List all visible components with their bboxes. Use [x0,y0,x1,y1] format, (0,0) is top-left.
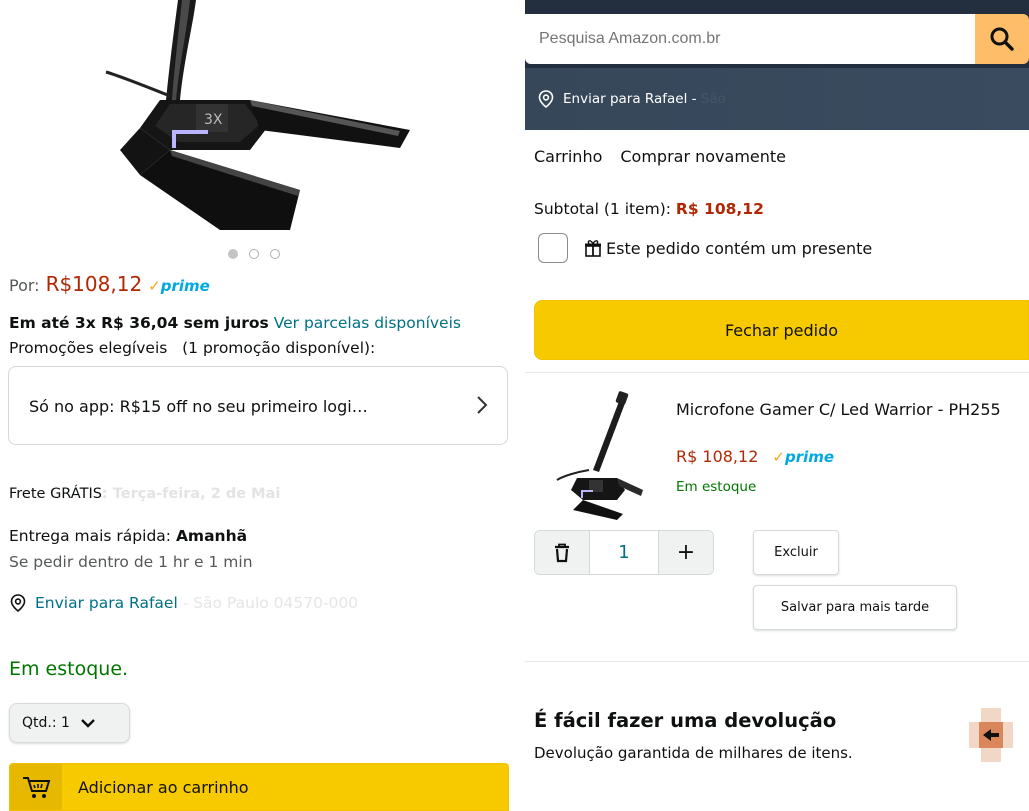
installments-link[interactable]: Ver parcelas disponíveis [274,314,461,332]
price-prefix: Por: [9,276,40,295]
subtotal-label: Subtotal (1 item): [534,200,676,218]
cart-panel: Enviar para Rafael - São Carrinho Compra… [525,0,1029,811]
gift-checkbox[interactable] [538,233,568,263]
shopping-cart-icon [10,764,62,810]
gift-text: Este pedido contém um presente [606,238,873,258]
product-image[interactable]: 3X [100,0,420,232]
search-input[interactable] [525,14,975,64]
subtotal-line: Subtotal (1 item): R$ 108,12 [534,200,764,218]
return-subtitle: Devolução garantida de milhares de itens… [534,744,853,762]
secondary-nav: Carrinho Comprar novamente [525,130,1029,182]
promo-card-text: Só no app: R$15 off no seu primeiro logi… [29,397,368,416]
chevron-right-icon [477,396,488,414]
shipping-date: : Terça-feira, 2 de Mai [101,486,281,502]
fast-delivery-day: Amanhã [175,527,248,545]
product-detail-panel: 3X Por: R$108,12 ✓prime Em até 3x R$ 36,… [0,0,517,811]
prime-check-icon: ✓ [772,448,785,466]
add-to-cart-label: Adicionar ao carrinho [78,777,249,797]
installments-line: Em até 3x R$ 36,04 sem juros Ver parcela… [9,314,461,332]
promo-card[interactable]: Só no app: R$15 off no seu primeiro logi… [8,366,508,445]
location-pin-icon [538,90,554,108]
gift-option: Este pedido contém um presente [538,233,872,263]
cart-item-stock: Em estoque [676,479,757,495]
cart-item-price: R$ 108,12 [676,447,759,466]
prime-badge: ✓prime [148,277,210,295]
price-line: Por: R$108,12 ✓prime [9,272,210,296]
free-shipping-label: Frete GRÁTIS [9,486,102,502]
cart-item-image[interactable] [553,390,643,520]
prime-label: prime [784,448,835,466]
deliver-to-link[interactable]: Enviar para Rafael - São Paulo 04570-000 [9,594,358,612]
promotions-label: Promoções elegíveis (1 promoção disponív… [9,339,376,357]
order-window-text: Se pedir dentro de 1 hr e 1 min [9,553,253,571]
delete-button[interactable]: Excluir [753,530,839,575]
deliver-to-bar[interactable]: Enviar para Rafael - São [525,68,1029,130]
deliver-to-faded: São [696,91,726,107]
location-pin-icon [10,594,26,612]
stock-status: Em estoque. [9,658,129,680]
carousel-dot[interactable] [270,249,280,259]
return-title: É fácil fazer uma devolução [534,709,837,732]
chevron-down-icon [81,719,95,728]
nav-cart[interactable]: Carrinho [534,147,602,166]
deliver-to-text: Enviar para Rafael - [563,91,697,107]
deliver-to-address: - São Paulo 04570-000 [182,594,359,612]
fast-delivery-line: Entrega mais rápida: Amanhã [9,527,247,545]
deliver-to-name: Enviar para Rafael [35,594,178,612]
trash-button[interactable] [535,531,589,574]
carousel-dot[interactable] [249,249,259,259]
quantity-value[interactable]: 1 [589,531,659,574]
add-to-cart-button[interactable]: Adicionar ao carrinho [9,763,509,811]
shipping-line: Frete GRÁTIS: Terça-feira, 2 de Mai [9,486,280,502]
cart-item-title[interactable]: Microfone Gamer C/ Led Warrior - PH255 [676,398,1016,421]
panel-divider [517,0,525,811]
plus-button[interactable]: + [659,531,713,574]
search-icon [990,27,1014,51]
subtotal-amount: R$ 108,12 [675,200,764,218]
image-carousel-dots [228,249,280,259]
quantity-label: Qtd.: 1 [22,715,70,731]
header-bar [525,0,1029,68]
trash-icon [555,543,569,562]
checkout-button[interactable]: Fechar pedido [534,300,1029,360]
installments-text: Em até 3x R$ 36,04 sem juros [9,314,269,332]
divider [525,661,1029,662]
prime-check-icon: ✓ [148,277,161,295]
search-button[interactable] [975,14,1029,64]
nav-buy-again[interactable]: Comprar novamente [620,147,786,166]
prime-label: prime [160,277,210,295]
cart-item-price-line: R$ 108,12 ✓prime [676,447,834,466]
svg-text:3X: 3X [204,112,223,128]
fast-delivery-label: Entrega mais rápida: [9,527,176,545]
product-price: R$108,12 [45,272,143,296]
save-for-later-button[interactable]: Salvar para mais tarde [753,585,957,630]
gift-icon [585,240,601,257]
carousel-dot[interactable] [228,249,238,259]
divider [525,372,1029,373]
return-arrow-icon [969,708,1013,762]
quantity-select[interactable]: Qtd.: 1 [9,703,130,743]
quantity-stepper: 1 + [534,530,714,575]
prime-badge: ✓prime [772,448,834,466]
